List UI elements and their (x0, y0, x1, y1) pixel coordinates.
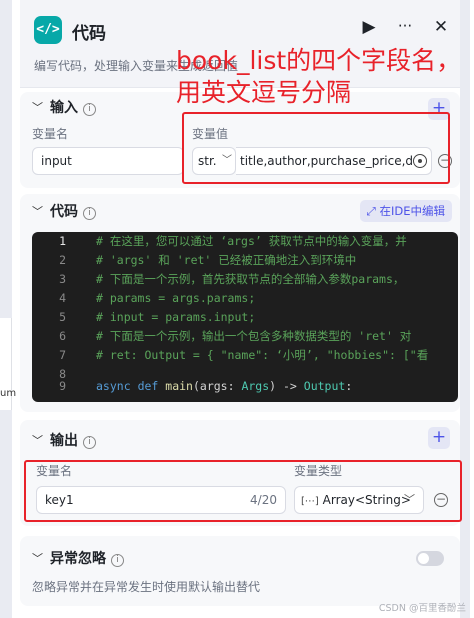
background-canvas-strip: um (0, 0, 16, 618)
input-name-header: 变量名 (32, 127, 69, 141)
close-icon[interactable]: ✕ (430, 17, 452, 37)
input-name-field[interactable]: input (32, 147, 184, 175)
code-line: 4 # params = args.params; (59, 291, 256, 305)
info-icon[interactable]: i (83, 436, 96, 449)
code-section-title: 代码 i (50, 201, 96, 221)
info-icon[interactable]: i (83, 207, 96, 220)
node-title[interactable]: 代码 (72, 19, 106, 44)
edit-in-ide-button[interactable]: ⤢ 在IDE中编辑 (359, 200, 452, 222)
chevron-down-icon[interactable]: ﹀ (32, 550, 43, 566)
code-line: 6 # 下面是一个示例，输出一个包含多种数据类型的 'ret' 对 (59, 329, 412, 343)
chevron-down-icon[interactable]: ﹀ (32, 99, 43, 115)
code-line: 9 async def main(args: Args) -> Output: (59, 379, 353, 393)
annotation-text-line1: book_list的四个字段名， (176, 46, 462, 75)
watermark: CSDN @百里香酚兰 (378, 603, 466, 614)
code-line: 5 # input = params.input; (59, 310, 256, 324)
add-output-button[interactable]: + (428, 427, 450, 449)
chevron-down-icon[interactable]: ﹀ (32, 203, 43, 219)
code-line: 7 # ret: Output = { "name": ‘小明’, "hobbie… (59, 348, 429, 362)
code-editor[interactable]: 1 # 在这里，您可以通过 ‘args’ 获取节点中的输入变量，并 2 # 'arg… (32, 232, 458, 402)
code-brackets-icon: </> (34, 16, 62, 44)
chevron-down-icon[interactable]: ﹀ (32, 432, 43, 448)
annotation-text-line2: 用英文逗号分隔 (176, 78, 352, 107)
annotation-highlight-output (24, 460, 462, 522)
panel-scrollbar[interactable] (460, 0, 470, 618)
code-line: 1 # 在这里，您可以通过 ‘args’ 获取节点中的输入变量，并 (59, 234, 407, 248)
code-line: 2 # 'args' 和 'ret' 已经被正确地注入到环境中 (59, 253, 357, 267)
exception-section-title: 异常忽略 i (50, 548, 124, 568)
info-icon[interactable]: i (83, 103, 96, 116)
output-section-title: 输出 i (50, 430, 96, 450)
annotation-highlight-input (182, 112, 450, 184)
exception-section: ﹀ 异常忽略 i 忽略异常并在异常发生时使用默认输出替代 (20, 536, 460, 606)
code-line: 3 # 下面是一个示例，首先获取节点的全部输入参数params， (59, 272, 405, 286)
ide-arrow-icon: ⤢ (366, 204, 380, 218)
run-icon[interactable]: ▶ (358, 17, 380, 37)
ignore-exception-toggle[interactable] (416, 551, 444, 566)
exception-description: 忽略异常并在异常发生时使用默认输出替代 (32, 580, 261, 594)
code-node-panel: </> 代码 ▶ ··· ✕ 编写代码，处理输入变量来生成返回值 ﹀ 输入 i +… (20, 0, 470, 618)
input-section-title: 输入 i (50, 97, 96, 117)
info-icon[interactable]: i (111, 554, 124, 567)
background-node-text: um (0, 388, 17, 399)
more-icon[interactable]: ··· (394, 17, 416, 35)
